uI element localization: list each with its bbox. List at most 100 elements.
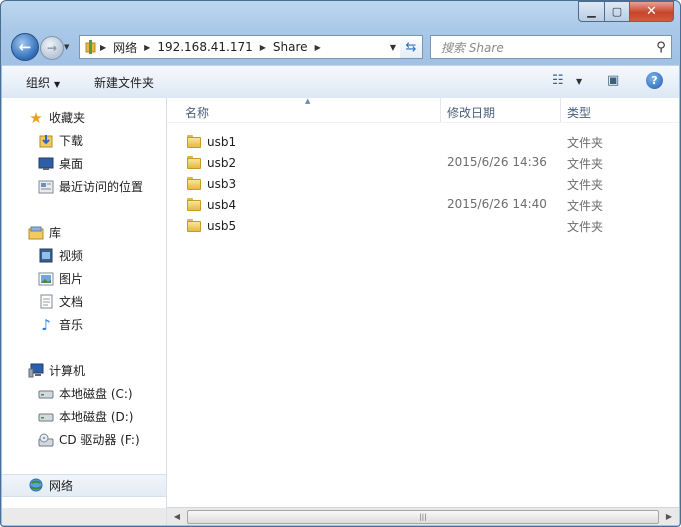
table-row[interactable]: usb4 2015/6/26 14:40 文件夹 xyxy=(167,194,679,215)
view-dropdown-icon[interactable]: ▼ xyxy=(576,77,582,86)
breadcrumb-share[interactable]: Share xyxy=(269,40,312,54)
hard-drive-icon xyxy=(38,409,54,425)
sidebar-item-music[interactable]: ♪ 音乐 xyxy=(2,313,166,336)
column-header-name[interactable]: 名称 xyxy=(185,104,209,121)
breadcrumb-host[interactable]: 192.168.41.171 xyxy=(153,40,256,54)
network-section: 网络 xyxy=(2,474,166,497)
sidebar-item-downloads[interactable]: 下载 xyxy=(2,129,166,152)
back-button[interactable]: ← xyxy=(11,33,39,61)
explorer-body: ★ 收藏夹 下载 桌面 最近访问的位置 库 视频 图片 文档 ♪ 音乐 计算机 … xyxy=(2,97,679,525)
sidebar-item-computer[interactable]: 计算机 xyxy=(2,359,166,382)
sidebar-item-label: 视频 xyxy=(59,249,84,263)
sidebar-item-label: 本地磁盘 (D:) xyxy=(59,410,134,424)
column-divider[interactable] xyxy=(440,98,441,122)
file-type: 文件夹 xyxy=(567,157,604,171)
sidebar-item-label: 图片 xyxy=(59,272,84,286)
refresh-button[interactable]: ⇆ xyxy=(400,35,423,59)
folder-icon xyxy=(187,197,202,212)
breadcrumb-separator-icon[interactable]: ▶ xyxy=(312,43,324,52)
file-name: usb1 xyxy=(207,134,237,149)
file-type: 文件夹 xyxy=(567,220,604,234)
breadcrumb-separator-icon[interactable]: ▶ xyxy=(141,43,153,52)
sidebar-item-videos[interactable]: 视频 xyxy=(2,244,166,267)
scroll-thumb[interactable]: ||| xyxy=(187,510,659,524)
column-header-date[interactable]: 修改日期 xyxy=(447,104,495,121)
horizontal-scrollbar[interactable]: ◀ ||| ▶ xyxy=(167,507,679,525)
chevron-down-icon: ▼ xyxy=(389,42,397,52)
command-bar: 组织 ▼ 新建文件夹 ☷ ▼ ▣ ? xyxy=(2,65,679,99)
breadcrumb-separator-icon[interactable]: ▶ xyxy=(257,43,269,52)
libraries-section: 库 视频 图片 文档 ♪ 音乐 xyxy=(2,221,166,336)
sort-ascending-icon: ▲ xyxy=(305,97,311,105)
table-row[interactable]: usb1 文件夹 xyxy=(167,131,679,152)
file-name-cell: usb2 xyxy=(187,155,236,170)
folder-icon xyxy=(187,218,202,233)
window-controls: ▁ ▢ ✕ xyxy=(578,1,674,22)
sidebar-item-label: CD 驱动器 (F:) xyxy=(59,433,140,447)
minimize-button[interactable]: ▁ xyxy=(578,1,605,22)
maximize-icon: ▢ xyxy=(611,5,623,18)
sidebar-item-label: 最近访问的位置 xyxy=(59,180,144,194)
search-box[interactable]: 搜索 Share ⚲ xyxy=(430,35,672,59)
sidebar-item-label: 计算机 xyxy=(49,364,86,378)
column-headers: ▲ 名称 修改日期 类型 xyxy=(167,97,679,123)
desktop-icon xyxy=(38,156,54,172)
sidebar-item-drive-c[interactable]: 本地磁盘 (C:) xyxy=(2,382,166,405)
address-dropdown-button[interactable]: ▼ xyxy=(385,36,401,58)
file-name-cell: usb5 xyxy=(187,218,236,233)
file-name: usb2 xyxy=(207,155,237,170)
folder-icon xyxy=(187,155,202,170)
sidebar-item-desktop[interactable]: 桌面 xyxy=(2,152,166,175)
close-button[interactable]: ✕ xyxy=(630,1,674,22)
file-date: 2015/6/26 14:36 xyxy=(447,155,547,169)
navigation-pane-scrollbar[interactable] xyxy=(2,508,166,525)
file-type: 文件夹 xyxy=(567,199,604,213)
preview-pane-icon[interactable]: ▣ xyxy=(607,73,619,88)
cd-drive-icon xyxy=(38,432,54,448)
table-row[interactable]: usb5 文件夹 xyxy=(167,215,679,236)
new-folder-button[interactable]: 新建文件夹 xyxy=(94,74,154,91)
file-type: 文件夹 xyxy=(567,178,604,192)
chevron-down-icon: ▼ xyxy=(54,80,61,89)
scroll-left-button[interactable]: ◀ xyxy=(170,510,184,523)
recent-pages-button[interactable]: ▼ xyxy=(64,43,74,51)
breadcrumb-network[interactable]: 网络 xyxy=(109,39,141,56)
organize-button[interactable]: 组织 ▼ xyxy=(26,74,60,91)
file-name: usb4 xyxy=(207,197,237,212)
scroll-right-button[interactable]: ▶ xyxy=(662,510,676,523)
sidebar-item-drive-f[interactable]: CD 驱动器 (F:) xyxy=(2,428,166,451)
column-divider[interactable] xyxy=(560,98,561,122)
sidebar-item-label: 文档 xyxy=(59,295,84,309)
favorites-section: ★ 收藏夹 下载 桌面 最近访问的位置 xyxy=(2,106,166,198)
table-row[interactable]: usb2 2015/6/26 14:36 文件夹 xyxy=(167,152,679,173)
search-icon[interactable]: ⚲ xyxy=(651,40,671,55)
sidebar-item-network[interactable]: 网络 xyxy=(2,474,166,497)
sidebar-item-documents[interactable]: 文档 xyxy=(2,290,166,313)
recent-places-icon xyxy=(38,179,54,195)
star-icon: ★ xyxy=(29,108,43,127)
breadcrumb-separator-icon[interactable]: ▶ xyxy=(97,43,109,52)
forward-button[interactable]: → xyxy=(40,36,64,60)
view-options-icon[interactable]: ☷ xyxy=(552,73,564,88)
maximize-button[interactable]: ▢ xyxy=(605,1,630,22)
sidebar-item-pictures[interactable]: 图片 xyxy=(2,267,166,290)
help-icon[interactable]: ? xyxy=(646,72,663,89)
folder-icon xyxy=(187,134,202,149)
sidebar-item-libraries[interactable]: 库 xyxy=(2,221,166,244)
file-date: 2015/6/26 14:40 xyxy=(447,197,547,211)
file-rows: usb1 文件夹 usb2 2015/6/26 14:36 文件夹 usb3 文… xyxy=(167,131,679,236)
file-name: usb5 xyxy=(207,218,237,233)
sidebar-item-label: 收藏夹 xyxy=(49,111,86,125)
column-header-type[interactable]: 类型 xyxy=(567,104,591,121)
table-row[interactable]: usb3 文件夹 xyxy=(167,173,679,194)
minimize-icon: ▁ xyxy=(587,5,596,18)
sidebar-item-drive-d[interactable]: 本地磁盘 (D:) xyxy=(2,405,166,428)
sidebar-item-recent-places[interactable]: 最近访问的位置 xyxy=(2,175,166,198)
computer-section: 计算机 本地磁盘 (C:) 本地磁盘 (D:) CD 驱动器 (F:) xyxy=(2,359,166,451)
sidebar-item-favorites[interactable]: ★ 收藏夹 xyxy=(2,106,166,129)
pictures-library-icon xyxy=(38,271,54,287)
navigation-pane: ★ 收藏夹 下载 桌面 最近访问的位置 库 视频 图片 文档 ♪ 音乐 计算机 … xyxy=(2,98,167,525)
address-bar[interactable]: ▶ 网络 ▶ 192.168.41.171 ▶ Share ▶ ▼ xyxy=(79,35,402,59)
network-icon xyxy=(28,478,44,494)
search-input[interactable]: 搜索 Share xyxy=(431,39,651,56)
